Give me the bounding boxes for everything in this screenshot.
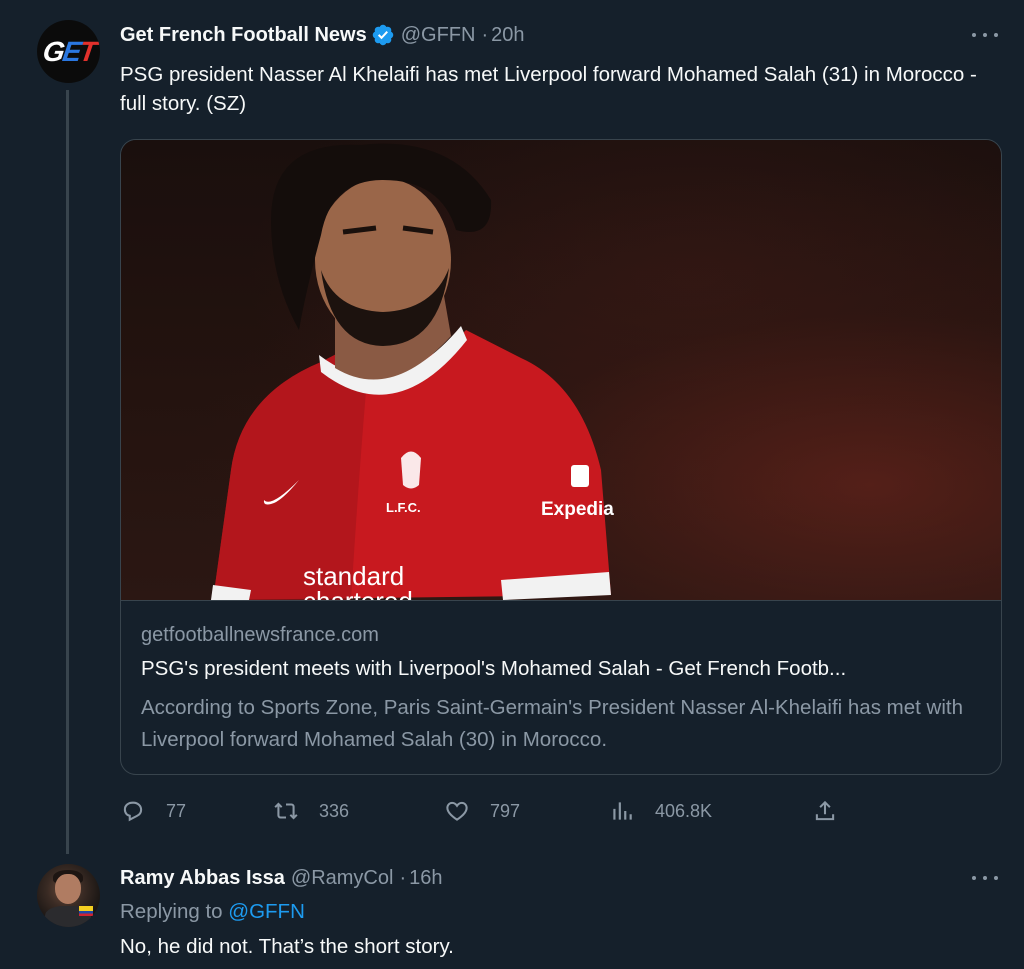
player-photo: L.F.C. standard chartered Expedia <box>211 143 614 600</box>
time-separator: · <box>481 23 489 46</box>
views-icon <box>613 802 632 820</box>
reply-author-name[interactable]: Ramy Abbas Issa <box>120 867 285 890</box>
sponsor-text-line2: chartered <box>303 586 413 600</box>
reply-count: 77 <box>166 800 187 821</box>
sleeve-sponsor-text: Expedia <box>541 499 614 520</box>
heart-icon <box>446 801 468 821</box>
replying-mention-link[interactable]: @GFFN <box>228 900 305 923</box>
reply-button[interactable]: 77 <box>120 796 186 826</box>
card-domain: getfootballnewsfrance.com <box>141 624 379 646</box>
retweet-icon <box>274 802 298 820</box>
share-icon <box>815 800 835 821</box>
author-name[interactable]: Get French Football News <box>120 24 367 47</box>
card-description: According to Sports Zone, Paris Saint-Ge… <box>141 696 963 751</box>
tweet-actions: 77 336 797 406.8K <box>120 796 1000 826</box>
verified-badge-icon <box>371 23 395 47</box>
views-button[interactable]: 406.8K <box>609 796 712 826</box>
card-title: PSG's president meets with Liverpool's M… <box>141 657 847 680</box>
reply-text: No, he did not. That’s the short story. <box>120 935 454 958</box>
tweet-header: Get French Football News @GFFN · 20h <box>120 21 525 49</box>
tweet-time[interactable]: 20h <box>491 24 524 47</box>
like-button[interactable]: 797 <box>444 796 520 826</box>
like-count: 797 <box>490 800 521 821</box>
replying-to: Replying to @GFFN <box>120 900 305 924</box>
author-handle[interactable]: @GFFN <box>401 24 476 47</box>
gffn-avatar[interactable]: GET <box>37 20 100 83</box>
views-count: 406.8K <box>655 800 713 821</box>
retweet-count: 336 <box>319 800 350 821</box>
reply-more-icon[interactable] <box>972 873 998 883</box>
link-card[interactable]: L.F.C. standard chartered Expedia getfoo… <box>120 139 1002 775</box>
gffn-logo: GET <box>40 35 97 67</box>
crest-text: L.F.C. <box>386 500 421 515</box>
ramy-avatar[interactable] <box>37 864 100 927</box>
retweet-button[interactable]: 336 <box>273 796 349 826</box>
more-icon[interactable] <box>972 30 998 40</box>
reply-header: Ramy Abbas Issa @RamyCol · 16h <box>120 864 443 892</box>
tweet-text: PSG president Nasser Al Khelaifi has met… <box>120 63 977 115</box>
thread-connector-line <box>66 90 69 854</box>
reply-icon <box>123 801 143 822</box>
reply-time-separator: · <box>399 866 407 889</box>
reply-author-handle[interactable]: @RamyCol <box>291 867 394 890</box>
reply-time[interactable]: 16h <box>409 867 442 890</box>
card-image[interactable]: L.F.C. standard chartered Expedia <box>121 140 1001 601</box>
share-button[interactable] <box>812 796 838 826</box>
replying-prefix: Replying to <box>120 900 223 923</box>
